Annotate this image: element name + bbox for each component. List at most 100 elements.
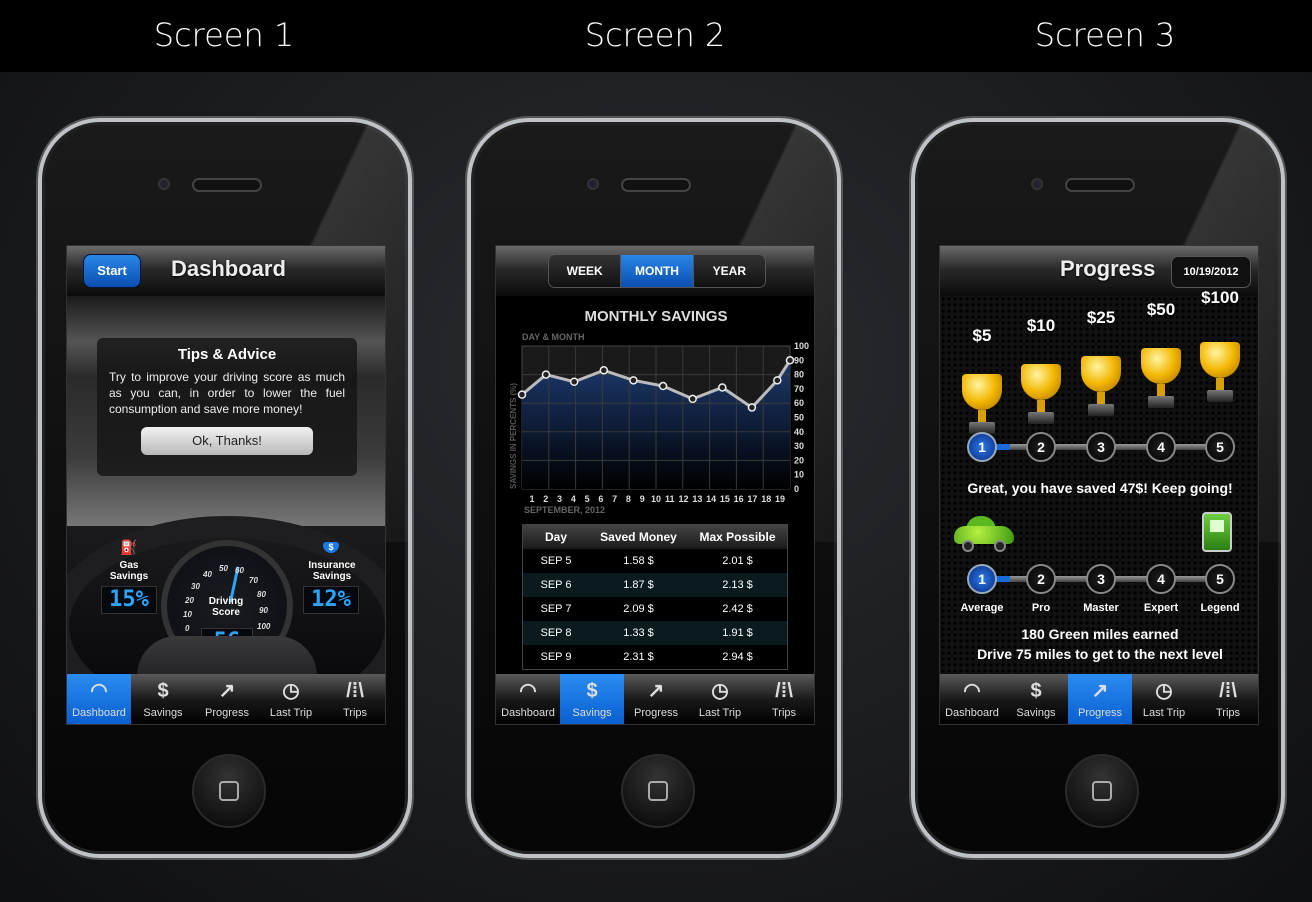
trophy-icon: [1021, 364, 1061, 424]
level-label: Expert: [1143, 602, 1179, 614]
step-node: 5: [1205, 432, 1235, 462]
gauge-tick: 80: [257, 590, 266, 599]
tab-trips[interactable]: /⁞\ Trips: [1196, 674, 1258, 724]
step-node: 1: [967, 564, 997, 594]
tab-dashboard[interactable]: ◠ Dashboard: [67, 674, 131, 724]
speaker-grille: [621, 178, 691, 192]
prize-amount: $50: [1146, 300, 1176, 319]
tab-last-trip[interactable]: ◷ Last Trip: [688, 674, 752, 724]
home-button[interactable]: [1065, 754, 1139, 828]
screen-label-1: Screen 1: [153, 16, 295, 54]
period-segmented-control: WEEK MONTH YEAR: [548, 254, 766, 288]
column-header-max: Max Possible: [699, 530, 776, 544]
prize-amount: $10: [1026, 316, 1056, 335]
y-tick-label: 10: [794, 470, 804, 480]
y-tick-label: 70: [794, 384, 804, 394]
screen-label-3: Screen 3: [1034, 16, 1176, 54]
tab-bar: ◠ Dashboard $ Savings ↗ Progress ◷ Last Trip /⁞\…: [496, 674, 814, 724]
x-tick-label: 3: [557, 494, 562, 504]
nav-bar: WEEK MONTH YEAR: [496, 246, 814, 296]
data-point: [569, 377, 579, 386]
table-row: SEP 8 1.33 $ 1.91 $: [523, 621, 787, 645]
table-cell: 2.13 $: [722, 579, 753, 591]
level-label: Legend: [1200, 602, 1240, 614]
x-tick-label: 6: [598, 494, 603, 504]
speedometer-icon: ◠: [963, 680, 981, 702]
x-tick-label: 15: [720, 494, 730, 504]
trend-up-arrow-icon: ↗: [647, 680, 665, 702]
tab-last-trip[interactable]: ◷ Last Trip: [259, 674, 323, 724]
x-axis-label: SEPTEMBER, 2012: [524, 505, 605, 515]
table-cell: SEP 8: [540, 627, 572, 639]
speedometer-icon: ◠: [90, 680, 108, 702]
prize-amount: $5: [972, 326, 992, 345]
step-node: 4: [1146, 564, 1176, 594]
phone-frame-1: Start Dashboard Tips & Advice Try to imp…: [38, 118, 412, 858]
table-cell: 2.42 $: [722, 603, 753, 615]
segment-year[interactable]: YEAR: [694, 255, 765, 287]
tab-progress[interactable]: ↗ Progress: [624, 674, 688, 724]
tab-progress[interactable]: ↗ Progress: [195, 674, 259, 724]
tab-label: Trips: [342, 707, 368, 719]
savings-screen: WEEK MONTH YEAR MONTHLY SAVINGS DAY & MO…: [495, 245, 815, 725]
home-button[interactable]: [192, 754, 266, 828]
prize-amount: $100: [1201, 288, 1239, 307]
table-row: SEP 7 2.09 $ 2.42 $: [523, 597, 787, 621]
y-tick-label: 30: [794, 441, 804, 451]
camera-icon: [1031, 178, 1043, 190]
gauge-tick: 0: [185, 624, 190, 633]
tab-label: Progress: [1077, 707, 1123, 719]
step-node: 5: [1205, 564, 1235, 594]
step-node: 2: [1026, 564, 1056, 594]
camera-icon: [158, 178, 170, 190]
next-level-hint: Drive 75 miles to get to the next level: [977, 646, 1223, 662]
gas-pump-icon: [1202, 512, 1232, 552]
gauge-tick: 100: [257, 622, 271, 631]
dashboard-gauges: 0 10 20 30 40 50 60 70 80 90 100 Driving…: [67, 516, 385, 724]
trend-up-arrow-icon: ↗: [218, 680, 236, 702]
step-node: 2: [1026, 432, 1056, 462]
driving-score-label: Driving Score: [208, 596, 244, 618]
tab-label: Dashboard: [501, 707, 555, 719]
tab-progress[interactable]: ↗ Progress: [1068, 674, 1132, 724]
speedometer-icon: ◠: [519, 680, 537, 702]
y-tick-label: 0: [794, 484, 799, 494]
tab-savings[interactable]: $ Savings: [1004, 674, 1068, 724]
table-cell: 2.01 $: [722, 555, 753, 567]
table-cell: SEP 6: [540, 579, 572, 591]
tab-last-trip[interactable]: ◷ Last Trip: [1132, 674, 1196, 724]
tab-savings[interactable]: $ Savings: [131, 674, 195, 724]
page-title: Dashboard: [171, 256, 286, 281]
dollar-icon: $: [157, 680, 169, 702]
segment-week[interactable]: WEEK: [549, 255, 622, 287]
tips-title: Tips & Advice: [177, 346, 277, 363]
gauge-tick: 20: [185, 596, 194, 605]
home-button[interactable]: [621, 754, 695, 828]
tab-savings[interactable]: $ Savings: [560, 674, 624, 724]
start-button[interactable]: Start: [83, 254, 141, 288]
phone-frame-2: WEEK MONTH YEAR MONTHLY SAVINGS DAY & MO…: [467, 118, 841, 858]
history-clock-icon: ◷: [1155, 680, 1173, 702]
data-point: [517, 390, 527, 399]
table-cell: 2.94 $: [722, 651, 753, 663]
table-cell: 1.33 $: [623, 627, 654, 639]
tab-label: Savings: [1016, 707, 1056, 719]
tab-label: Dashboard: [945, 707, 999, 719]
tab-trips[interactable]: /⁞\ Trips: [323, 674, 385, 724]
tab-dashboard[interactable]: ◠ Dashboard: [496, 674, 560, 724]
screen-label-2: Screen 2: [584, 16, 726, 54]
dollar-icon: $: [586, 680, 598, 702]
tips-dialog: Tips & Advice Try to improve your drivin…: [97, 338, 357, 476]
segment-month[interactable]: MONTH: [621, 255, 694, 287]
y-axis-label: SAVINGS IN PERCENTS (%): [509, 383, 518, 489]
tab-dashboard[interactable]: ◠ Dashboard: [940, 674, 1004, 724]
green-car-icon: [954, 516, 1014, 552]
x-tick-label: 2: [543, 494, 548, 504]
road-icon: /⁞\: [1219, 680, 1237, 702]
data-point: [541, 370, 551, 379]
gas-savings-label: Gas Savings: [109, 560, 149, 582]
tab-label: Dashboard: [72, 707, 126, 719]
data-point: [688, 394, 697, 404]
tab-trips[interactable]: /⁞\ Trips: [752, 674, 814, 724]
ok-thanks-button[interactable]: Ok, Thanks!: [141, 427, 313, 455]
